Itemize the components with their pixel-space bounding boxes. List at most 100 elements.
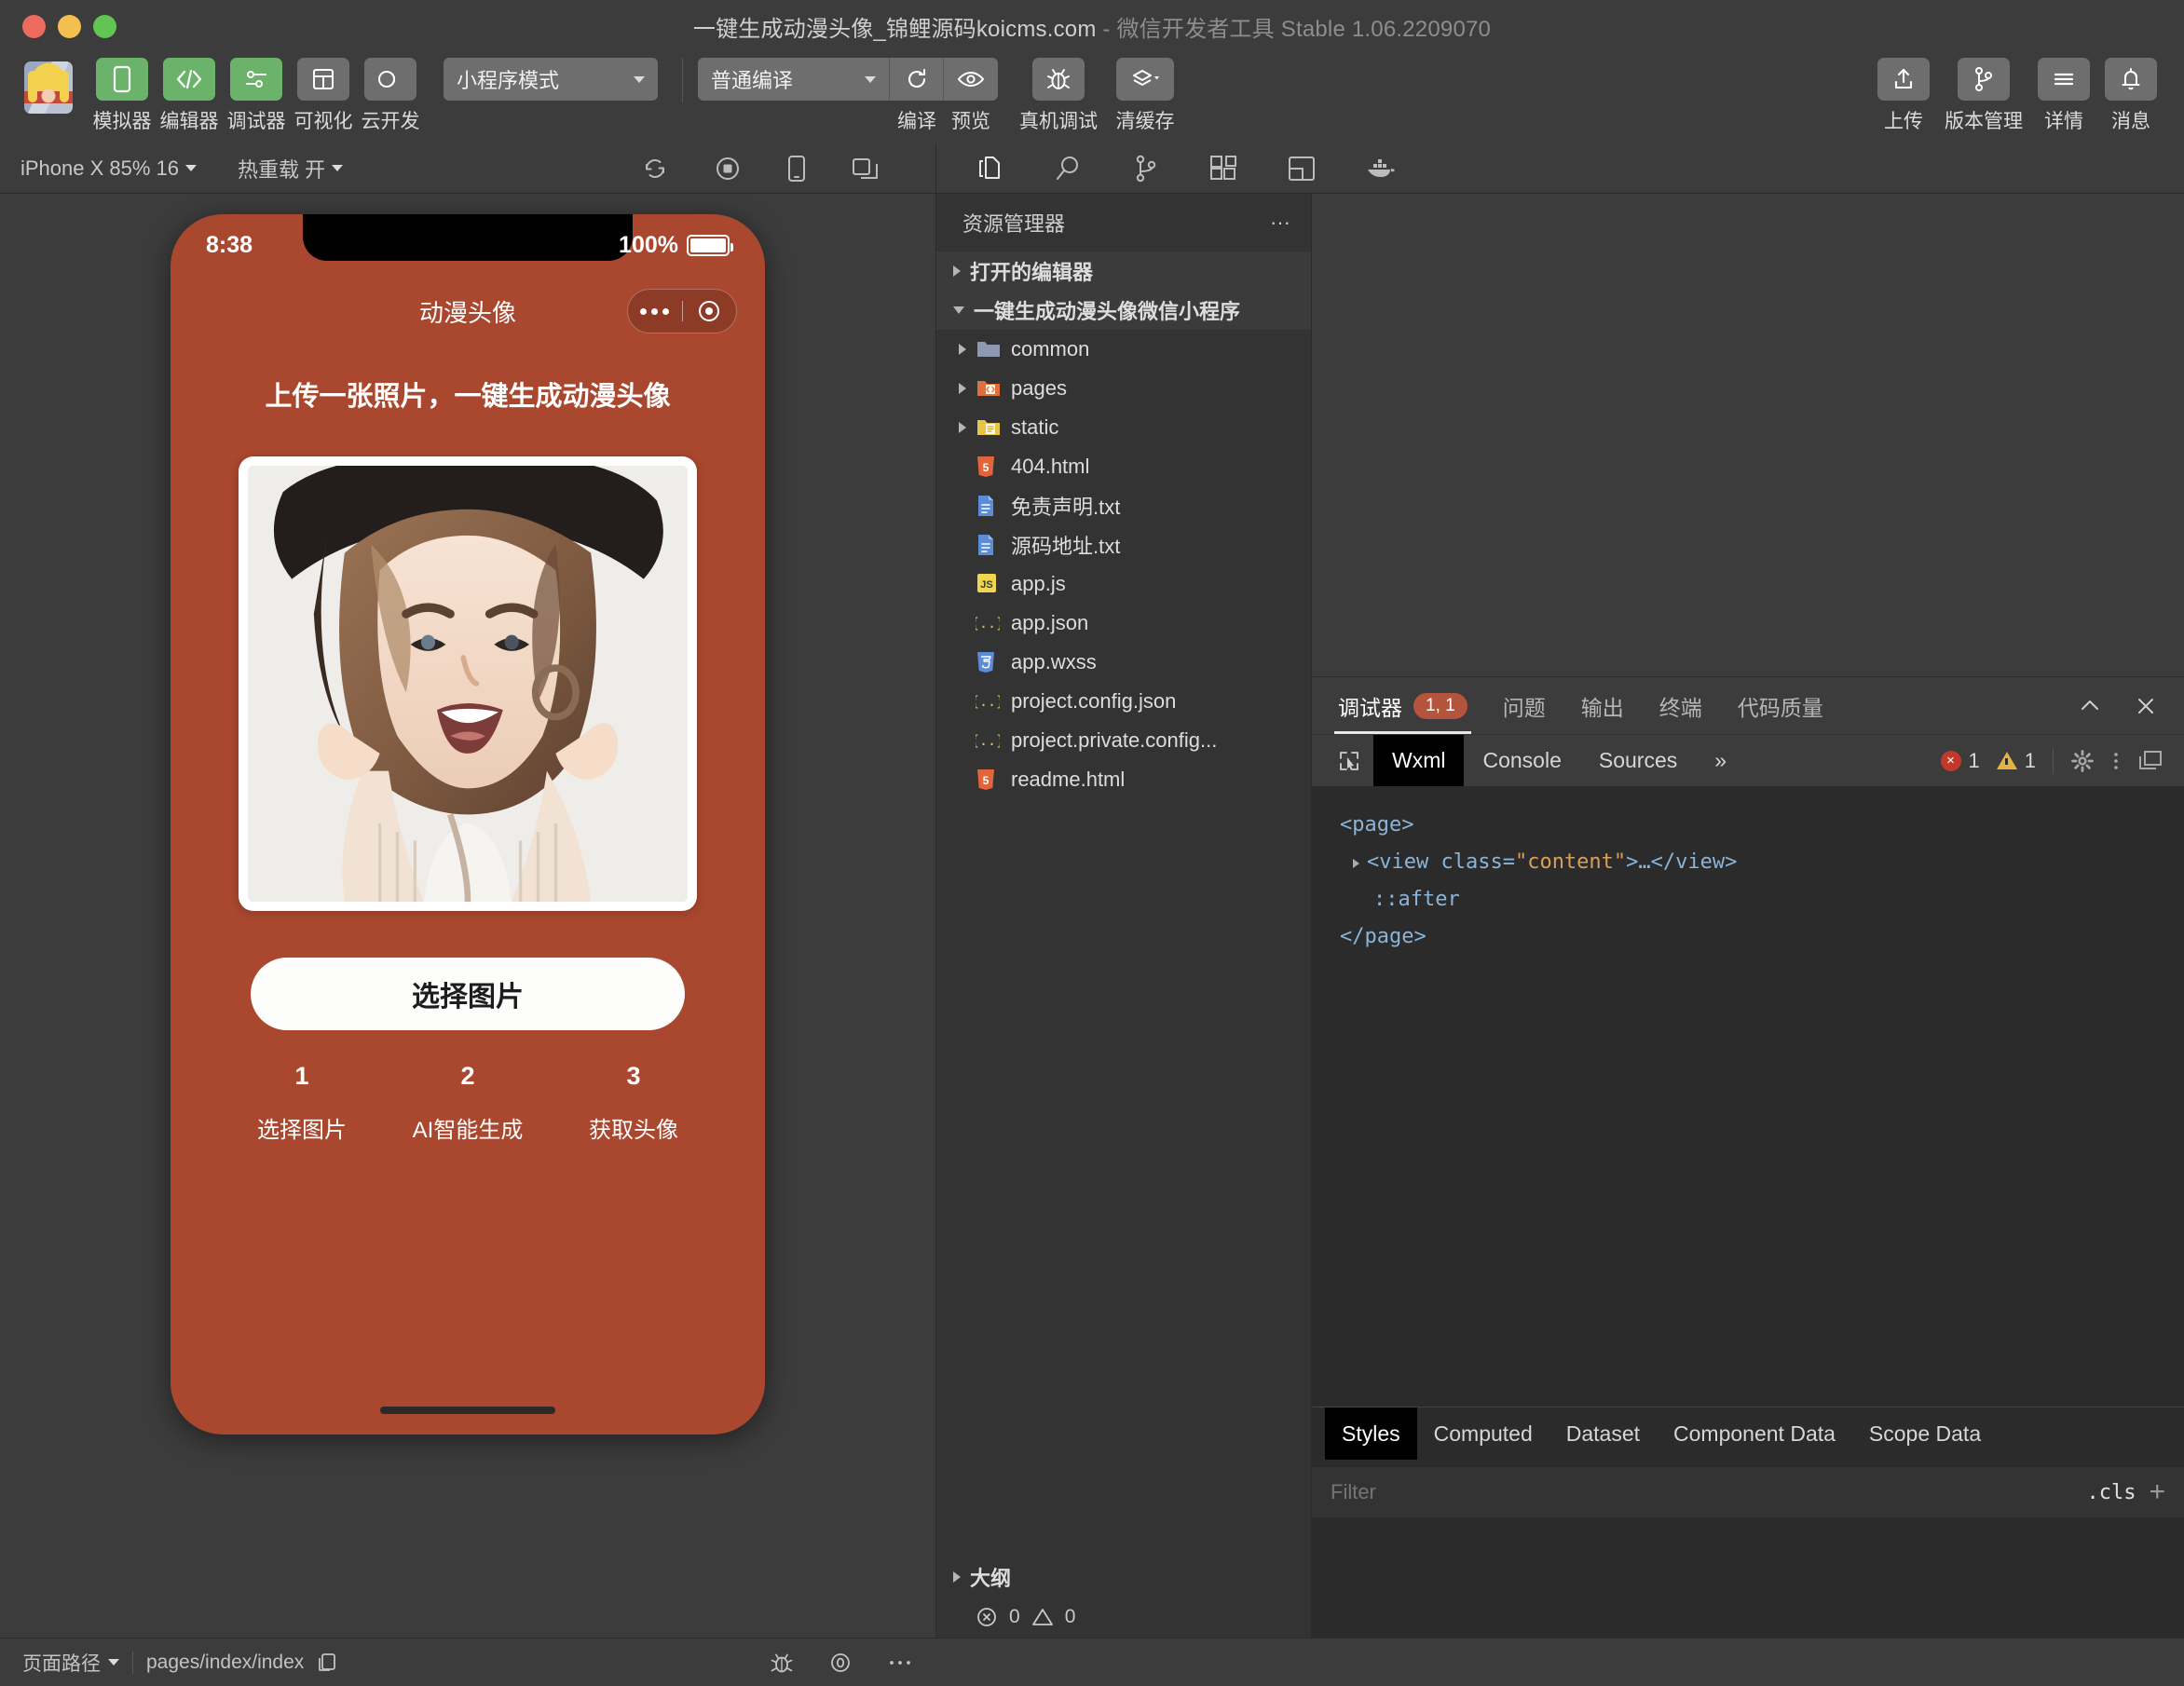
layout-panel-icon[interactable] [1287, 155, 1317, 183]
wxml-tree[interactable]: <page> <view class="content">…</view> ::… [1312, 786, 2184, 1407]
toggle-class-button[interactable]: .cls [2086, 1481, 2136, 1504]
toolbar-item-debugger[interactable]: 调试器 [227, 58, 286, 134]
device-select[interactable]: iPhone X 85% 16 [20, 156, 198, 181]
tree-item-file-appjson[interactable]: {..} app.json [936, 604, 1311, 643]
explorer-problem-counts[interactable]: 0 0 [936, 1597, 1311, 1638]
eye-icon[interactable] [827, 1651, 853, 1675]
close-window-button[interactable] [22, 14, 46, 38]
styles-tab-scopedata[interactable]: Scope Data [1852, 1407, 1998, 1460]
toolbar-item-version[interactable]: 版本管理 [1942, 58, 2026, 134]
styles-tab-styles[interactable]: Styles [1325, 1407, 1417, 1460]
compile-button[interactable] [890, 58, 944, 101]
wechat-capsule[interactable] [627, 289, 737, 333]
battery-indicator: 100% [619, 231, 733, 259]
tree-item-file-sourceurl[interactable]: 源码地址.txt [936, 525, 1311, 564]
extensions-icon[interactable] [1208, 154, 1238, 184]
tree-item-folder-pages[interactable]: pages [936, 369, 1311, 408]
copy-icon[interactable] [317, 1652, 337, 1674]
styles-tab-computed[interactable]: Computed [1417, 1407, 1549, 1460]
bug-icon[interactable] [770, 1650, 794, 1676]
toolbar-item-visualize[interactable]: 可视化 [294, 58, 353, 134]
files-icon[interactable] [976, 154, 1005, 184]
gear-icon[interactable] [2070, 749, 2095, 773]
toolbar-item-upload[interactable]: 上传 [1875, 58, 1932, 134]
panel-tab-problems[interactable]: 问题 [1499, 677, 1549, 734]
inspector-tab-console[interactable]: Console [1464, 735, 1579, 786]
panel-tab-output[interactable]: 输出 [1577, 677, 1628, 734]
svg-text:{..}: {..} [976, 615, 1000, 632]
panel-tab-terminal[interactable]: 终端 [1656, 677, 1706, 734]
source-control-icon[interactable] [1132, 154, 1160, 184]
tree-item-file-appwxss[interactable]: app.wxss [936, 643, 1311, 682]
styles-panel: Styles Computed Dataset Component Data S [1312, 1407, 2184, 1638]
mode-select[interactable]: 小程序模式 [444, 58, 658, 101]
wxml-line-2[interactable]: <view class="content">…</view> [1340, 844, 2156, 881]
record-icon[interactable] [714, 155, 742, 183]
toolbar-item-editor[interactable]: 编辑器 [160, 58, 219, 134]
more-icon[interactable] [887, 1658, 913, 1667]
styles-tab-componentdata[interactable]: Component Data [1657, 1407, 1852, 1460]
toolbar-item-simulator[interactable]: 模拟器 [93, 58, 152, 134]
panel-tab-codequality[interactable]: 代码质量 [1734, 677, 1827, 734]
chevron-down-icon [108, 1659, 119, 1666]
device-icon[interactable] [786, 155, 807, 183]
tree-item-folder-static[interactable]: static [936, 408, 1311, 447]
tree-item-folder-common[interactable]: common [936, 330, 1311, 369]
error-count-group[interactable]: × 1 [1940, 748, 1980, 773]
tree-item-file-404html[interactable]: 5 404.html [936, 447, 1311, 486]
toolbar-item-message[interactable]: 消息 [2102, 58, 2160, 134]
warning-count-group[interactable]: 1 [1996, 749, 2036, 773]
panel-controls [2078, 694, 2184, 718]
upload-icon [1877, 58, 1930, 101]
docker-icon[interactable] [1365, 156, 1397, 181]
close-icon[interactable] [2134, 694, 2158, 718]
tree-item-file-projectprivateconfig[interactable]: {..} project.private.config... [936, 721, 1311, 760]
minimize-window-button[interactable] [58, 14, 81, 38]
add-rule-button[interactable]: + [2149, 1478, 2165, 1506]
styles-filter-input[interactable] [1331, 1480, 2074, 1504]
maximize-window-button[interactable] [93, 14, 116, 38]
preview-button[interactable] [944, 58, 998, 101]
inspector-tab-wxml[interactable]: Wxml [1373, 735, 1465, 786]
status-bar-icons [770, 1650, 913, 1676]
explorer-more-icon[interactable]: ··· [1270, 211, 1290, 235]
compile-select[interactable]: 普通编译 [698, 58, 890, 101]
inspect-element-icon[interactable] [1325, 749, 1373, 773]
more-dots-icon[interactable] [628, 307, 682, 315]
inspector-right-controls: × 1 1 [1940, 747, 2184, 774]
dock-icon[interactable] [2137, 749, 2164, 773]
toolbar-item-realdevice[interactable]: 真机调试 [1018, 58, 1099, 134]
toolbar-view-toggles: 模拟器 编辑器 调试器 可视化 云开发 [93, 58, 420, 134]
page-path-select[interactable]: 页面路径 [22, 1649, 119, 1677]
styles-tab-dataset[interactable]: Dataset [1549, 1407, 1657, 1460]
project-section[interactable]: 一键生成动漫头像微信小程序 [936, 291, 1311, 330]
close-circle-icon[interactable] [683, 301, 737, 321]
collapse-icon[interactable] [2078, 694, 2102, 718]
kebab-icon[interactable] [2111, 749, 2121, 773]
inspector-tab-sources[interactable]: Sources [1580, 735, 1696, 786]
inspector-more-tabs-icon[interactable]: » [1696, 735, 1745, 786]
toolbar-item-clearcache[interactable]: 清缓存 [1108, 58, 1182, 134]
tree-item-file-readmehtml[interactable]: 5 readme.html [936, 760, 1311, 799]
panel-tab-debugger[interactable]: 调试器 1, 1 [1334, 677, 1471, 734]
tree-item-file-appjs[interactable]: JS app.js [936, 564, 1311, 604]
wxml-line-3[interactable]: ::after [1340, 881, 2156, 918]
rotate-icon[interactable] [641, 155, 669, 183]
panel-tab-label: 代码质量 [1737, 695, 1823, 720]
toolbar-item-detail[interactable]: 详情 [2035, 58, 2093, 134]
error-count: 1 [1968, 748, 1980, 772]
toolbar-item-cloud[interactable]: 云开发 [362, 58, 420, 134]
open-editors-section[interactable]: 打开的编辑器 [936, 252, 1311, 291]
user-avatar[interactable] [24, 61, 73, 114]
svg-text:5: 5 [983, 461, 990, 474]
search-icon[interactable] [1054, 154, 1084, 184]
detach-icon[interactable] [852, 156, 880, 182]
hotreload-select[interactable]: 热重载 开 [238, 154, 344, 184]
tree-item-file-disclaimer[interactable]: 免责声明.txt [936, 486, 1311, 525]
battery-percent: 100% [619, 231, 678, 258]
outline-section[interactable]: 大纲 [936, 1557, 1311, 1597]
tree-item-file-projectconfig[interactable]: {..} project.config.json [936, 682, 1311, 721]
avatar-preview-image[interactable] [248, 466, 688, 902]
pick-image-button[interactable]: 选择图片 [251, 958, 685, 1030]
expand-triangle-icon[interactable] [1353, 859, 1359, 869]
